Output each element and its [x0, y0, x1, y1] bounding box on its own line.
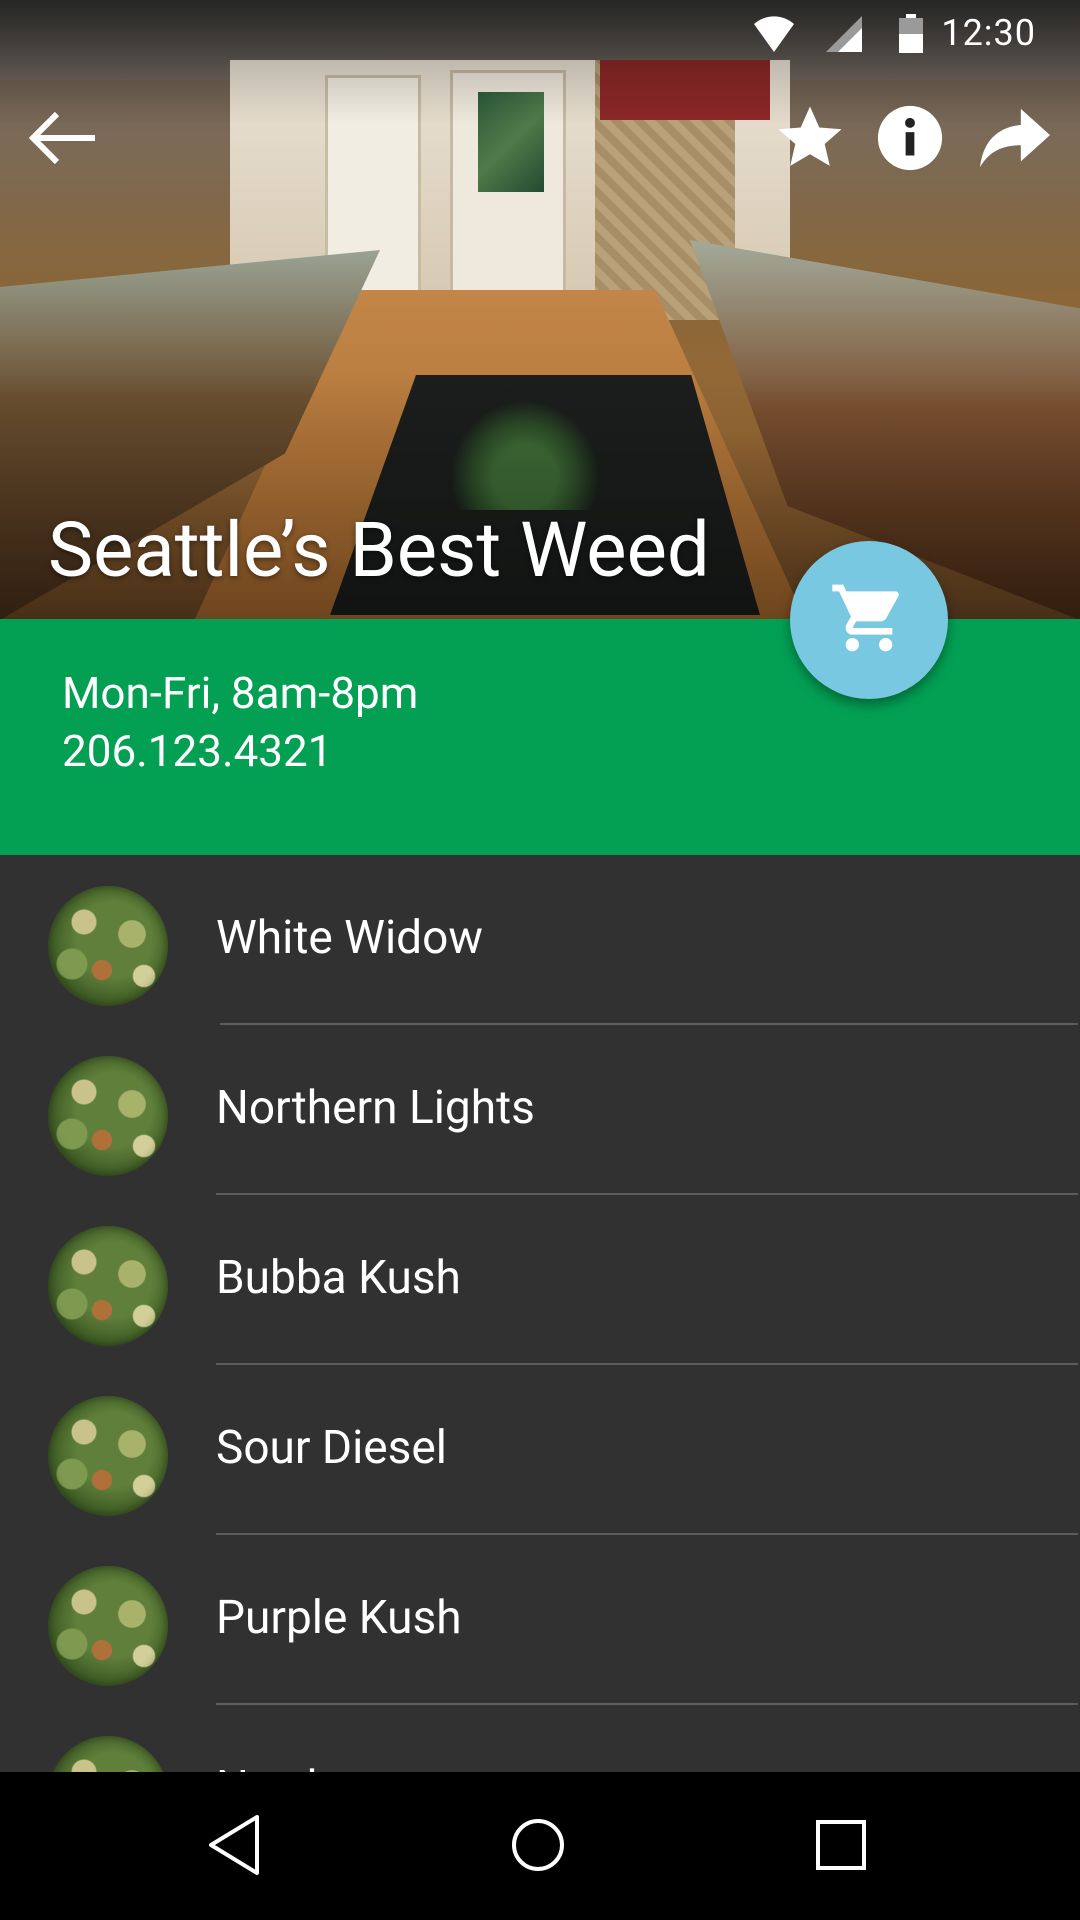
wifi-icon	[752, 14, 796, 58]
strain-thumbnail	[48, 1566, 168, 1686]
list-item[interactable]: Purple Kush	[0, 1535, 1080, 1705]
status-bar: 12:30	[0, 0, 1080, 72]
strain-name: Bubba Kush	[216, 1251, 461, 1305]
battery-icon	[898, 14, 924, 58]
nav-home-button[interactable]	[493, 1802, 583, 1892]
share-icon	[980, 108, 1050, 172]
list-item[interactable]: Northern	[0, 1705, 1080, 1772]
list-item[interactable]: Northern Lights	[0, 1025, 1080, 1195]
back-button[interactable]	[22, 100, 102, 180]
recents-square-icon	[815, 1819, 867, 1875]
share-button[interactable]	[975, 100, 1055, 180]
home-circle-icon	[510, 1817, 566, 1877]
strain-list: White Widow Northern Lights Bubba Kush S…	[0, 855, 1080, 1772]
arrow-left-icon	[27, 108, 97, 172]
list-item[interactable]: Sour Diesel	[0, 1365, 1080, 1535]
strain-name: Northern	[216, 1761, 398, 1772]
cell-signal-icon	[824, 14, 864, 58]
store-name: Seattle’s Best Weed	[48, 505, 710, 595]
back-triangle-icon	[205, 1813, 265, 1881]
strain-name: Purple Kush	[216, 1591, 462, 1645]
shopping-cart-icon	[829, 578, 909, 662]
list-item[interactable]: White Widow	[0, 855, 1080, 1025]
system-nav-bar	[0, 1772, 1080, 1920]
star-icon	[774, 102, 846, 178]
nav-recents-button[interactable]	[796, 1802, 886, 1892]
store-phone[interactable]: 206.123.4321	[62, 725, 333, 777]
cart-button[interactable]	[790, 541, 948, 699]
strain-thumbnail	[48, 1396, 168, 1516]
favorite-button[interactable]	[770, 100, 850, 180]
list-item[interactable]: Bubba Kush	[0, 1195, 1080, 1365]
strain-thumbnail	[48, 1056, 168, 1176]
info-button[interactable]	[870, 100, 950, 180]
strain-name: White Widow	[216, 911, 483, 965]
strain-name: Sour Diesel	[216, 1421, 447, 1475]
status-time: 12:30	[941, 12, 1036, 54]
strain-thumbnail	[48, 1736, 168, 1772]
info-icon	[875, 103, 945, 177]
strain-thumbnail	[48, 886, 168, 1006]
strain-name: Northern Lights	[216, 1081, 535, 1135]
store-hours: Mon-Fri, 8am-8pm	[62, 667, 419, 719]
strain-thumbnail	[48, 1226, 168, 1346]
nav-back-button[interactable]	[190, 1802, 280, 1892]
